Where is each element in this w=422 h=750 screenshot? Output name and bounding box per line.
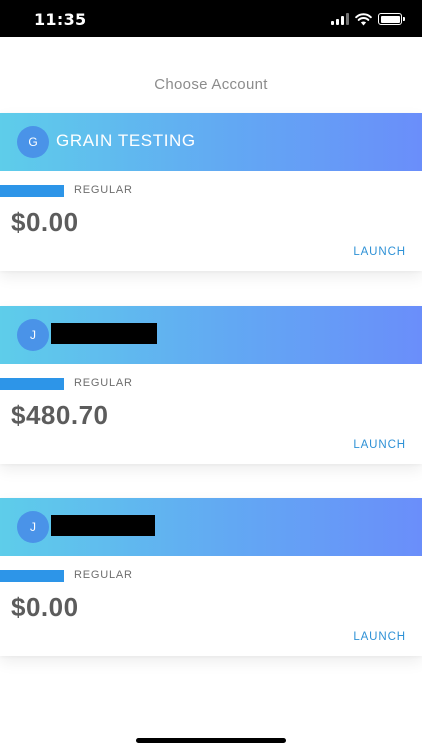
account-avatar: J bbox=[17, 511, 49, 543]
redacted-account-name bbox=[51, 323, 157, 344]
page-title: Choose Account bbox=[154, 76, 268, 93]
cellular-signal-icon bbox=[331, 13, 349, 25]
account-avatar: G bbox=[17, 126, 49, 158]
account-type-bar bbox=[0, 185, 64, 197]
status-bar: 11:35 bbox=[0, 0, 422, 37]
launch-button[interactable]: LAUNCH bbox=[353, 246, 406, 258]
account-card[interactable]: J REGULAR $480.70 LAUNCH bbox=[0, 306, 422, 464]
account-type-bar bbox=[0, 378, 64, 390]
account-balance: $0.00 bbox=[11, 207, 79, 237]
account-type-label: REGULAR bbox=[74, 569, 133, 581]
account-type-label: REGULAR bbox=[74, 184, 133, 196]
account-name: GRAIN TESTING bbox=[56, 131, 196, 150]
account-card-header: J bbox=[0, 306, 422, 364]
account-card[interactable]: J REGULAR $0.00 LAUNCH bbox=[0, 498, 422, 656]
account-card-header: G GRAIN TESTING bbox=[0, 113, 422, 171]
account-avatar: J bbox=[17, 319, 49, 351]
account-balance: $0.00 bbox=[11, 592, 79, 622]
account-card-header: J bbox=[0, 498, 422, 556]
status-time: 11:35 bbox=[34, 10, 87, 29]
redacted-account-name bbox=[51, 515, 155, 536]
account-type-bar bbox=[0, 570, 64, 582]
wifi-icon bbox=[355, 12, 372, 25]
home-indicator[interactable] bbox=[136, 738, 286, 743]
account-balance: $480.70 bbox=[11, 400, 109, 430]
account-card[interactable]: G GRAIN TESTING REGULAR $0.00 LAUNCH bbox=[0, 113, 422, 271]
battery-icon bbox=[378, 13, 405, 25]
launch-button[interactable]: LAUNCH bbox=[353, 631, 406, 643]
account-type-label: REGULAR bbox=[74, 377, 133, 389]
status-icons bbox=[331, 12, 405, 26]
launch-button[interactable]: LAUNCH bbox=[353, 439, 406, 451]
